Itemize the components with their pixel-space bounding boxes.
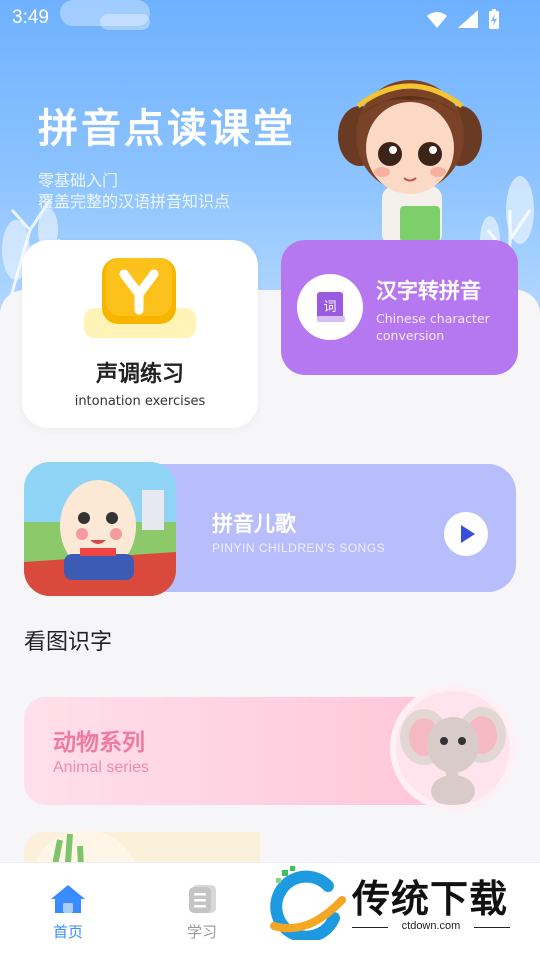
convert-card-title: 汉字转拼音 <box>376 279 481 303</box>
hero-title: 拼音点读课堂 <box>38 106 296 152</box>
hero-subtitle-line1: 零基础入门 <box>38 171 119 190</box>
wifi-icon <box>427 12 447 28</box>
section-title-picture-literacy: 看图识字 <box>24 630 113 655</box>
song-card-subtitle: PINYIN CHILDREN'S SONGS <box>212 541 386 555</box>
ctdown-logo-icon <box>270 866 346 940</box>
y-letter-icon <box>84 258 196 338</box>
hanzi-to-pinyin-card[interactable]: 词 汉字转拼音 Chinese character conversion <box>281 240 518 375</box>
animal-card-subtitle: Animal series <box>53 759 150 776</box>
girl-mascot-illustration <box>338 80 482 246</box>
play-button[interactable] <box>444 512 488 556</box>
hero-subtitle-line2: 覆盖完整的汉语拼音知识点 <box>38 192 231 211</box>
tab-study[interactable]: 学习 <box>172 883 232 942</box>
home-icon <box>51 885 85 913</box>
tab-study-label: 学习 <box>186 923 217 941</box>
book-icon-char: 词 <box>323 300 336 315</box>
status-time: 3:49 <box>12 7 49 28</box>
convert-card-subtitle: Chinese character conversion <box>376 311 490 343</box>
notebook-icon <box>189 885 216 913</box>
tab-home[interactable]: 首页 <box>38 883 98 942</box>
play-icon <box>461 525 475 543</box>
song-card-title: 拼音儿歌 <box>212 512 296 536</box>
status-bar: 3:49 <box>0 0 540 36</box>
animal-card-title: 动物系列 <box>53 730 145 756</box>
elephant-illustration <box>390 685 516 811</box>
humpty-dumpty-illustration <box>24 462 176 596</box>
battery-charging-icon <box>489 9 499 29</box>
watermark-logo: 传统下载 ctdown.com <box>266 862 528 942</box>
pinyin-songs-card[interactable]: 拼音儿歌 PINYIN CHILDREN'S SONGS <box>24 462 516 596</box>
tone-practice-card[interactable]: 声调练习 intonation exercises <box>22 240 258 428</box>
book-icon: 词 <box>297 274 363 340</box>
tone-card-subtitle: intonation exercises <box>74 394 206 409</box>
tab-home-label: 首页 <box>52 923 83 941</box>
signal-icon <box>458 10 478 28</box>
watermark-url: ctdown.com <box>352 920 510 932</box>
watermark-text: 传统下载 <box>352 877 509 921</box>
tone-card-title: 声调练习 <box>95 362 184 387</box>
hero-subtitle: 零基础入门 覆盖完整的汉语拼音知识点 <box>38 170 230 212</box>
